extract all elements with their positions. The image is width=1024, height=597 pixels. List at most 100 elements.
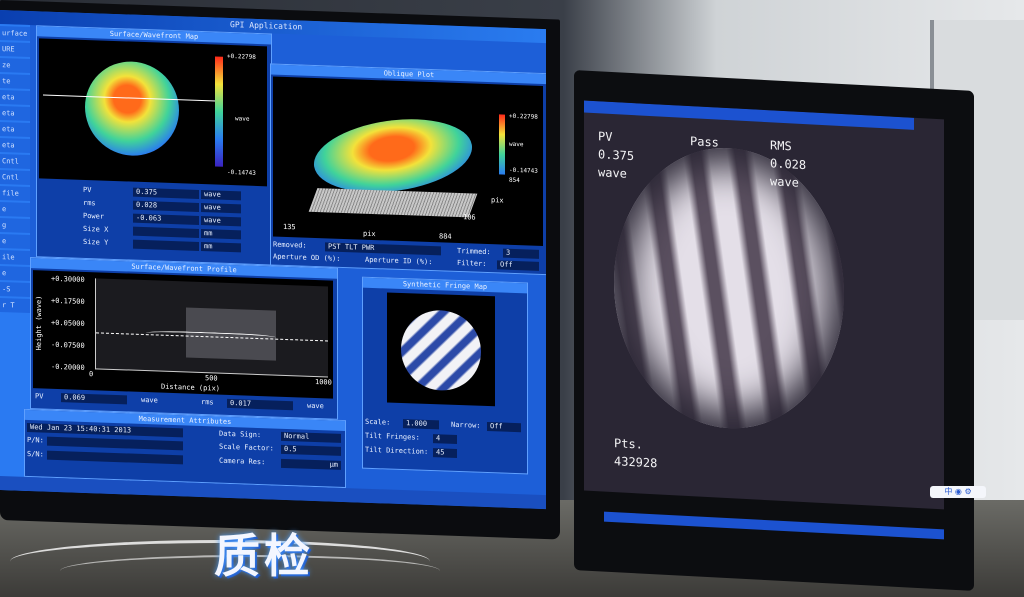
- profile-pv-label: PV: [35, 392, 44, 401]
- measurement-date: Wed Jan 23 15:40:31 2013: [27, 422, 183, 438]
- overlay-logo-text: 质检: [214, 529, 314, 583]
- surface-scale-unit: wave: [235, 115, 250, 123]
- filter-value[interactable]: Off: [497, 260, 539, 271]
- oblique-y-unit: pix: [491, 196, 504, 205]
- oblique-z-tick: 854: [509, 176, 520, 185]
- measurement-window: Measurement Attributes Wed Jan 23 15:40:…: [24, 408, 346, 489]
- surface-stat-value: 0.375: [133, 187, 199, 199]
- oblique-y-end: 106: [463, 213, 476, 222]
- surface-stat-unit: wave: [201, 190, 241, 201]
- sidebar-item[interactable]: Cntl: [0, 154, 30, 170]
- profile-ytick: -0.07500: [51, 340, 85, 350]
- tilt-fringes-value[interactable]: 4: [433, 434, 457, 444]
- profile-pv-value: 0.069: [61, 393, 127, 405]
- surface-stat-unit: wave: [201, 216, 241, 227]
- sidebar-item[interactable]: ze: [0, 58, 30, 74]
- oblique-x-end: 884: [439, 232, 452, 241]
- pv-unit: wave: [598, 165, 627, 181]
- sidebar-item[interactable]: -S: [0, 282, 30, 298]
- profile-rms-unit: wave: [307, 401, 324, 411]
- sidebar-item[interactable]: eta: [0, 90, 30, 106]
- sidebar-item[interactable]: ile: [0, 250, 30, 266]
- sidebar-item[interactable]: file: [0, 186, 30, 202]
- profile-panel: Height (wave) +0.30000 +0.17500 +0.05000 -0…: [33, 270, 333, 399]
- surface-map-window: Surface/Wavefront Map +0.22798 wave -0.1…: [36, 25, 272, 266]
- profile-xtick: 1000: [315, 378, 332, 387]
- surface-stat-value: -0.063: [133, 213, 199, 225]
- sidebar-item[interactable]: URE: [0, 42, 30, 58]
- fringe-panel: [387, 292, 495, 407]
- sidebar-item[interactable]: e: [0, 266, 30, 282]
- aperture-od-label: Aperture OD (%):: [273, 252, 341, 263]
- profile-window: Surface/Wavefront Profile Height (wave) …: [30, 257, 338, 420]
- sidebar-item[interactable]: e: [0, 202, 30, 218]
- rms-unit: wave: [770, 174, 799, 190]
- tilt-direction-value[interactable]: 45: [433, 448, 457, 458]
- fringe-window: Synthetic Fringe Map Scale: 1.000 Narrow…: [362, 276, 528, 475]
- profile-ytick: -0.20000: [51, 362, 85, 372]
- rms-label: RMS: [770, 138, 792, 154]
- oblique-scale-top: +0.22798: [509, 112, 538, 121]
- oblique-wall: [308, 188, 478, 218]
- profile-rms-label: rms: [201, 398, 214, 407]
- camera-res-value[interactable]: μm: [281, 458, 341, 470]
- profile-plot-area: [95, 278, 328, 378]
- pn-value[interactable]: [47, 436, 183, 451]
- surface-scale-top: +0.22798: [227, 52, 256, 61]
- oblique-plot-window: Oblique Plot +0.22798 wave -0.14743 854 …: [270, 63, 546, 276]
- profile-ytick: +0.30000: [51, 274, 85, 284]
- sidebar-item[interactable]: urface: [0, 26, 30, 42]
- surface-stat-unit: mm: [201, 229, 241, 240]
- removed-label: Removed:: [273, 240, 307, 250]
- profile-xtick: 0: [89, 370, 94, 379]
- trimmed-value[interactable]: 3: [503, 248, 539, 259]
- scale-factor-value[interactable]: 0.5: [281, 444, 341, 456]
- scale-factor-label: Scale Factor:: [219, 442, 274, 453]
- surface-stat-label: rms: [83, 198, 96, 208]
- sidebar-item[interactable]: eta: [0, 106, 30, 122]
- oblique-scale-unit: wave: [509, 140, 524, 149]
- pv-value: 0.375: [598, 147, 635, 164]
- left-monitor: GPI Application urface URE ze te eta eta eta et…: [0, 0, 560, 540]
- synthetic-fringe: [401, 309, 481, 392]
- sn-label: S/N:: [27, 449, 44, 459]
- sidebar-item[interactable]: e: [0, 234, 30, 250]
- profile-xlabel: Distance (pix): [161, 382, 221, 393]
- interference-fringes: [614, 142, 844, 435]
- camera-res-label: Camera Res:: [219, 456, 266, 467]
- filter-label: Filter:: [457, 258, 487, 268]
- pass-label: Pass: [690, 134, 719, 150]
- right-screen: PV 0.375 wave Pass RMS 0.028 wave Pts. 4…: [584, 100, 944, 510]
- surface-stat-label: Power: [83, 211, 105, 221]
- sidebar-item[interactable]: eta: [0, 122, 30, 138]
- surface-stat-value: 0.028: [133, 200, 199, 212]
- sidebar-item[interactable]: r T: [0, 298, 30, 314]
- surface-colorbar: [215, 56, 223, 167]
- pts-value: 432928: [614, 454, 658, 471]
- sn-value[interactable]: [47, 450, 183, 465]
- sidebar-item[interactable]: g: [0, 218, 30, 234]
- profile-pv-unit: wave: [141, 395, 158, 405]
- surface-stat-value: [133, 239, 199, 251]
- removed-value[interactable]: PST TLT PWR: [325, 242, 441, 256]
- data-sign-value[interactable]: Normal: [281, 431, 341, 443]
- right-monitor: PV 0.375 wave Pass RMS 0.028 wave Pts. 4…: [574, 70, 974, 591]
- pts-label: Pts.: [614, 436, 643, 452]
- right-titlebar: [584, 100, 914, 130]
- surface-map-panel: +0.22798 wave -0.14743: [39, 38, 267, 187]
- oblique-x-start: 135: [283, 222, 296, 232]
- profile-rms-value: 0.017: [227, 398, 293, 411]
- surface-stat-label: Size Y: [83, 237, 109, 247]
- fringe-title: Synthetic Fringe Map: [363, 277, 527, 294]
- surface-scale-bottom: -0.14743: [227, 168, 256, 177]
- player-controls[interactable]: 中 ◉ ⚙: [930, 486, 986, 498]
- right-blue-band: [604, 511, 944, 540]
- fringe-scale-value[interactable]: 1.000: [403, 419, 439, 430]
- narrow-value[interactable]: Off: [487, 422, 521, 433]
- profile-ylabel: Height (wave): [35, 295, 43, 351]
- sidebar-item[interactable]: Cntl: [0, 170, 30, 186]
- surface-map-blob: [85, 59, 179, 158]
- sidebar-item[interactable]: te: [0, 74, 30, 90]
- surface-stat-unit: mm: [201, 242, 241, 253]
- sidebar-item[interactable]: eta: [0, 138, 30, 154]
